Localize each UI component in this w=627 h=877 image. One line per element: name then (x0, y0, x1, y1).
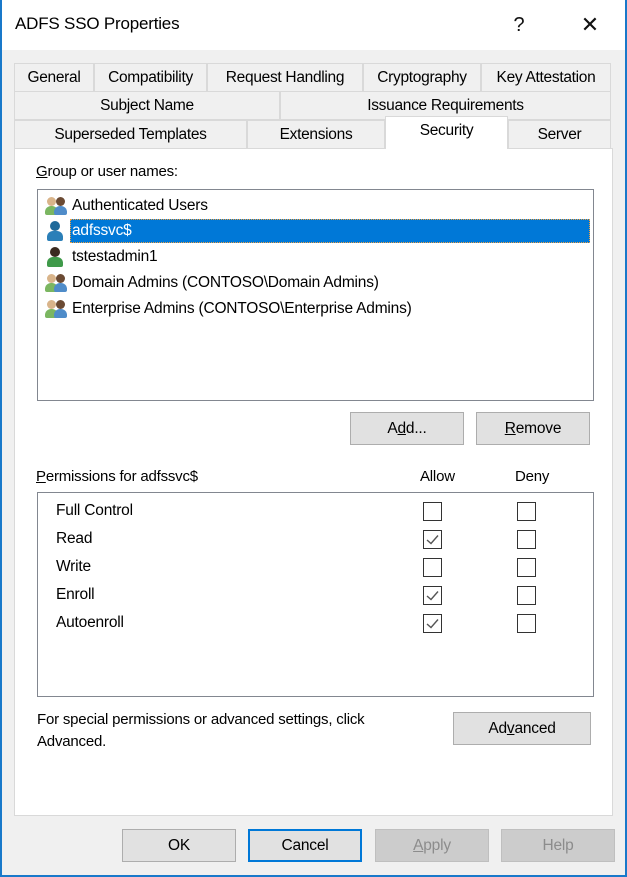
checkmark-icon (426, 619, 439, 629)
permission-name: Autoenroll (56, 614, 124, 631)
allow-checkbox[interactable] (423, 530, 442, 549)
tab-cryptography[interactable]: Cryptography (363, 63, 481, 92)
remove-button[interactable]: Remove (476, 412, 590, 445)
tab-server[interactable]: Server (508, 120, 611, 149)
permission-name: Read (56, 530, 93, 547)
checkmark-icon (426, 535, 439, 545)
list-item[interactable]: tstestadmin1 (44, 245, 590, 269)
deny-checkbox[interactable] (517, 558, 536, 577)
user-icon (44, 246, 70, 268)
list-item[interactable]: Enterprise Admins (CONTOSO\Enterprise Ad… (44, 297, 590, 321)
deny-checkbox[interactable] (517, 586, 536, 605)
group-icon (44, 298, 70, 320)
advanced-button[interactable]: Advanced (453, 712, 591, 745)
close-button[interactable]: ✕ (570, 8, 610, 42)
permission-name: Enroll (56, 586, 95, 603)
group-or-user-names-label: Group or user names: (36, 163, 178, 180)
help-button[interactable]: ? (499, 8, 539, 42)
service-user-icon (44, 220, 70, 242)
allow-checkbox[interactable] (423, 502, 442, 521)
cancel-button[interactable]: Cancel (248, 829, 362, 862)
list-item[interactable]: Authenticated Users (44, 194, 590, 218)
allow-checkbox[interactable] (423, 614, 442, 633)
permission-name: Write (56, 558, 91, 575)
ok-button[interactable]: OK (122, 829, 236, 862)
deny-checkbox[interactable] (517, 614, 536, 633)
deny-checkbox[interactable] (517, 530, 536, 549)
checkmark-icon (426, 591, 439, 601)
group-icon (44, 195, 70, 217)
advanced-help-text-line2: Advanced. (37, 733, 107, 750)
deny-checkbox[interactable] (517, 502, 536, 521)
tab-subject-name[interactable]: Subject Name (14, 91, 280, 120)
principals-list[interactable]: Authenticated Users adfssvc$ tstestadmin… (37, 189, 594, 401)
tab-security[interactable]: Security (385, 116, 508, 149)
tab-superseded-templates[interactable]: Superseded Templates (14, 120, 247, 149)
help-footer-button[interactable]: Help (501, 829, 615, 862)
add-button[interactable]: Add... (350, 412, 464, 445)
list-item[interactable]: Domain Admins (CONTOSO\Domain Admins) (44, 271, 590, 295)
tab-request-handling[interactable]: Request Handling (207, 63, 363, 92)
properties-dialog: ADFS SSO Properties ? ✕ General Compatib… (0, 0, 627, 877)
tab-general[interactable]: General (14, 63, 94, 92)
group-icon (44, 272, 70, 294)
allow-checkbox[interactable] (423, 558, 442, 577)
allow-column-header: Allow (420, 468, 455, 485)
permissions-label: Permissions for adfssvc$ (36, 468, 198, 485)
permission-name: Full Control (56, 502, 133, 519)
deny-column-header: Deny (515, 468, 550, 485)
close-icon: ✕ (580, 12, 600, 37)
permissions-list: Full Control Read Write Enroll Autoenroll (37, 492, 594, 697)
tab-extensions[interactable]: Extensions (247, 120, 385, 149)
title-bar: ADFS SSO Properties ? ✕ (2, 0, 625, 50)
tab-key-attestation[interactable]: Key Attestation (481, 63, 611, 92)
allow-checkbox[interactable] (423, 586, 442, 605)
apply-button[interactable]: Apply (375, 829, 489, 862)
list-item[interactable]: adfssvc$ (44, 219, 590, 243)
tab-compatibility[interactable]: Compatibility (94, 63, 207, 92)
advanced-help-text-line1: For special permissions or advanced sett… (37, 711, 365, 728)
window-title: ADFS SSO Properties (15, 14, 180, 33)
